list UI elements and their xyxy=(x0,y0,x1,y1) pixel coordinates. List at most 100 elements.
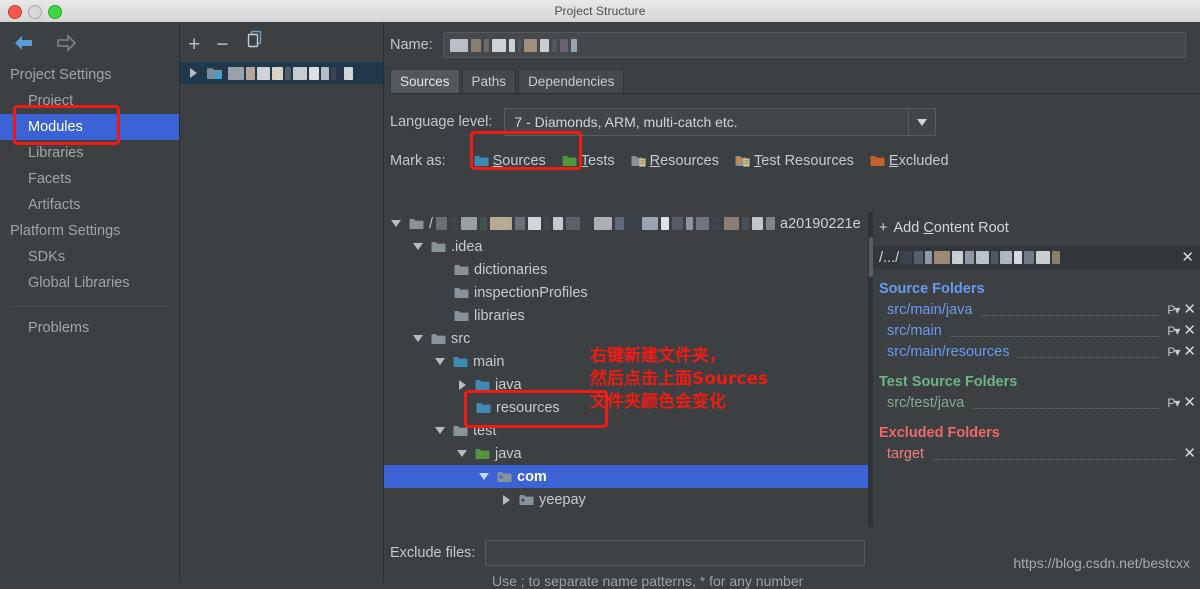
mark-as-row: Mark as: Sources Tests Resources Test Re… xyxy=(384,131,1200,171)
folder-icon xyxy=(453,356,468,368)
source-folder-label: src/main/java xyxy=(887,301,973,318)
folder-icon xyxy=(454,287,469,299)
tree-node-label: resources xyxy=(496,399,560,416)
add-content-root-button[interactable]: + Add Content Root xyxy=(873,212,1200,236)
add-module-button[interactable]: + xyxy=(188,34,200,55)
tree-node-label: libraries xyxy=(474,307,525,324)
close-window-button[interactable] xyxy=(8,5,22,19)
tree-node-label: dictionaries xyxy=(474,261,548,278)
package-prefix-icon[interactable]: P▾ xyxy=(1167,396,1180,410)
content-root-value-redacted xyxy=(900,251,1061,264)
sidebar-group-platform-settings: Platform Settings xyxy=(10,223,121,239)
exclude-files-row: Exclude files: xyxy=(384,540,866,566)
mark-as-sources[interactable]: Sources xyxy=(470,151,550,171)
sidebar-item-facets[interactable]: Facets xyxy=(0,166,179,192)
tree-node-label: yeepay xyxy=(539,491,586,508)
tree-twisty-down-icon[interactable] xyxy=(388,220,404,227)
mark-as-test-resources[interactable]: Test Resources xyxy=(731,151,858,171)
package-folder-icon xyxy=(519,494,534,506)
remove-source-folder-icon[interactable]: ✕ xyxy=(1183,302,1196,317)
tree-twisty-down-icon[interactable] xyxy=(454,450,470,457)
remove-content-root-icon[interactable]: ✕ xyxy=(1181,250,1194,265)
sidebar-item-project[interactable]: Project xyxy=(0,88,179,114)
mark-as-tests[interactable]: Tests xyxy=(558,151,619,171)
remove-source-folder-icon[interactable]: ✕ xyxy=(1183,344,1196,359)
name-label: Name: xyxy=(390,37,433,53)
tree-row-root[interactable]: / a20190221e xyxy=(384,212,873,235)
source-folder-row[interactable]: src/main/resources P▾ ✕ xyxy=(873,341,1200,362)
tree-row-libraries[interactable]: libraries xyxy=(384,304,873,327)
source-folders-heading: Source Folders xyxy=(879,281,985,297)
mark-as-resources[interactable]: Resources xyxy=(627,151,723,171)
tree-row-com[interactable]: com xyxy=(384,465,873,488)
tree-twisty-down-icon[interactable] xyxy=(410,335,426,342)
tree-row-test[interactable]: test xyxy=(384,419,873,442)
module-folder-icon xyxy=(206,66,223,80)
forward-arrow-icon[interactable] xyxy=(54,32,78,54)
language-level-select[interactable]: 7 - Diamonds, ARM, multi-catch etc. xyxy=(504,108,937,136)
tree-row-idea[interactable]: .idea xyxy=(384,235,873,258)
exclude-files-input[interactable] xyxy=(485,540,866,566)
sources-folder-icon xyxy=(474,155,489,167)
module-expand-icon[interactable] xyxy=(185,68,201,78)
content-root-path-row[interactable]: /.../ ✕ xyxy=(873,246,1200,269)
tree-row-test-java[interactable]: java xyxy=(384,442,873,465)
tab-sources[interactable]: Sources xyxy=(390,69,460,93)
package-prefix-icon[interactable]: P▾ xyxy=(1167,324,1180,338)
exclude-files-label: Exclude files: xyxy=(390,545,476,561)
module-name-row: Name: xyxy=(384,22,1200,58)
tree-row-inspectionprofiles[interactable]: inspectionProfiles xyxy=(384,281,873,304)
tree-twisty-down-icon[interactable] xyxy=(476,473,492,480)
remove-excluded-folder-icon[interactable]: ✕ xyxy=(1183,446,1196,461)
chevron-down-icon[interactable] xyxy=(908,110,935,134)
remove-source-folder-icon[interactable]: ✕ xyxy=(1183,323,1196,338)
folder-icon xyxy=(454,264,469,276)
package-prefix-icon[interactable]: P▾ xyxy=(1167,303,1180,317)
test-source-folder-row[interactable]: src/test/java P▾ ✕ xyxy=(873,392,1200,413)
exclude-files-hint: Use ; to separate name patterns, * for a… xyxy=(492,573,804,589)
excluded-folder-label: target xyxy=(887,445,925,462)
tree-twisty-down-icon[interactable] xyxy=(410,243,426,250)
annotation-line-3: 文件夹颜色会变化 xyxy=(590,392,726,412)
mark-as-excluded-label: Excluded xyxy=(888,153,949,169)
language-level-value: 7 - Diamonds, ARM, multi-catch etc. xyxy=(514,114,738,130)
tree-twisty-right-icon[interactable] xyxy=(454,379,470,390)
maximize-window-button[interactable] xyxy=(48,5,62,19)
copy-module-icon[interactable] xyxy=(245,29,265,60)
sidebar-item-artifacts[interactable]: Artifacts xyxy=(0,192,179,218)
tab-dependencies[interactable]: Dependencies xyxy=(518,69,625,93)
settings-sidebar: Project Settings Project Modules Librari… xyxy=(0,22,180,582)
tree-row-dictionaries[interactable]: dictionaries xyxy=(384,258,873,281)
nav-arrows xyxy=(0,22,179,54)
sidebar-item-problems[interactable]: Problems xyxy=(0,315,179,341)
sidebar-item-libraries[interactable]: Libraries xyxy=(0,140,179,166)
source-folder-row[interactable]: src/main/java P▾ ✕ xyxy=(873,299,1200,320)
tree-row-yeepay[interactable]: yeepay xyxy=(384,488,873,511)
tree-twisty-down-icon[interactable] xyxy=(432,358,448,365)
remove-module-button[interactable]: − xyxy=(216,34,228,55)
language-level-label: Language level: xyxy=(390,114,493,130)
tab-paths[interactable]: Paths xyxy=(461,69,517,93)
sidebar-item-modules[interactable]: Modules xyxy=(0,114,179,140)
minimize-window-button[interactable] xyxy=(28,5,42,19)
module-name-input[interactable] xyxy=(442,32,1186,58)
module-row[interactable] xyxy=(180,62,383,84)
package-prefix-icon[interactable]: P▾ xyxy=(1167,345,1180,359)
tree-node-label: java xyxy=(495,445,522,462)
sidebar-item-sdks[interactable]: SDKs xyxy=(0,244,179,270)
remove-test-source-folder-icon[interactable]: ✕ xyxy=(1183,395,1196,410)
tree-node-label: main xyxy=(473,353,505,370)
excluded-folder-row[interactable]: target ✕ xyxy=(873,443,1200,464)
tree-root-suffix: a20190221e xyxy=(780,215,861,232)
mark-as-tests-label: Tests xyxy=(580,153,615,169)
tree-twisty-right-icon[interactable] xyxy=(498,494,514,505)
window-title: Project Structure xyxy=(554,4,646,18)
tree-node-label: src xyxy=(451,330,471,347)
source-folder-row[interactable]: src/main P▾ ✕ xyxy=(873,320,1200,341)
mark-as-test-resources-label: Test Resources xyxy=(753,153,854,169)
folder-icon xyxy=(475,379,490,391)
tree-twisty-down-icon[interactable] xyxy=(432,427,448,434)
sidebar-item-global-libraries[interactable]: Global Libraries xyxy=(0,270,179,296)
mark-as-excluded[interactable]: Excluded xyxy=(866,151,953,171)
back-arrow-icon[interactable] xyxy=(12,32,36,54)
